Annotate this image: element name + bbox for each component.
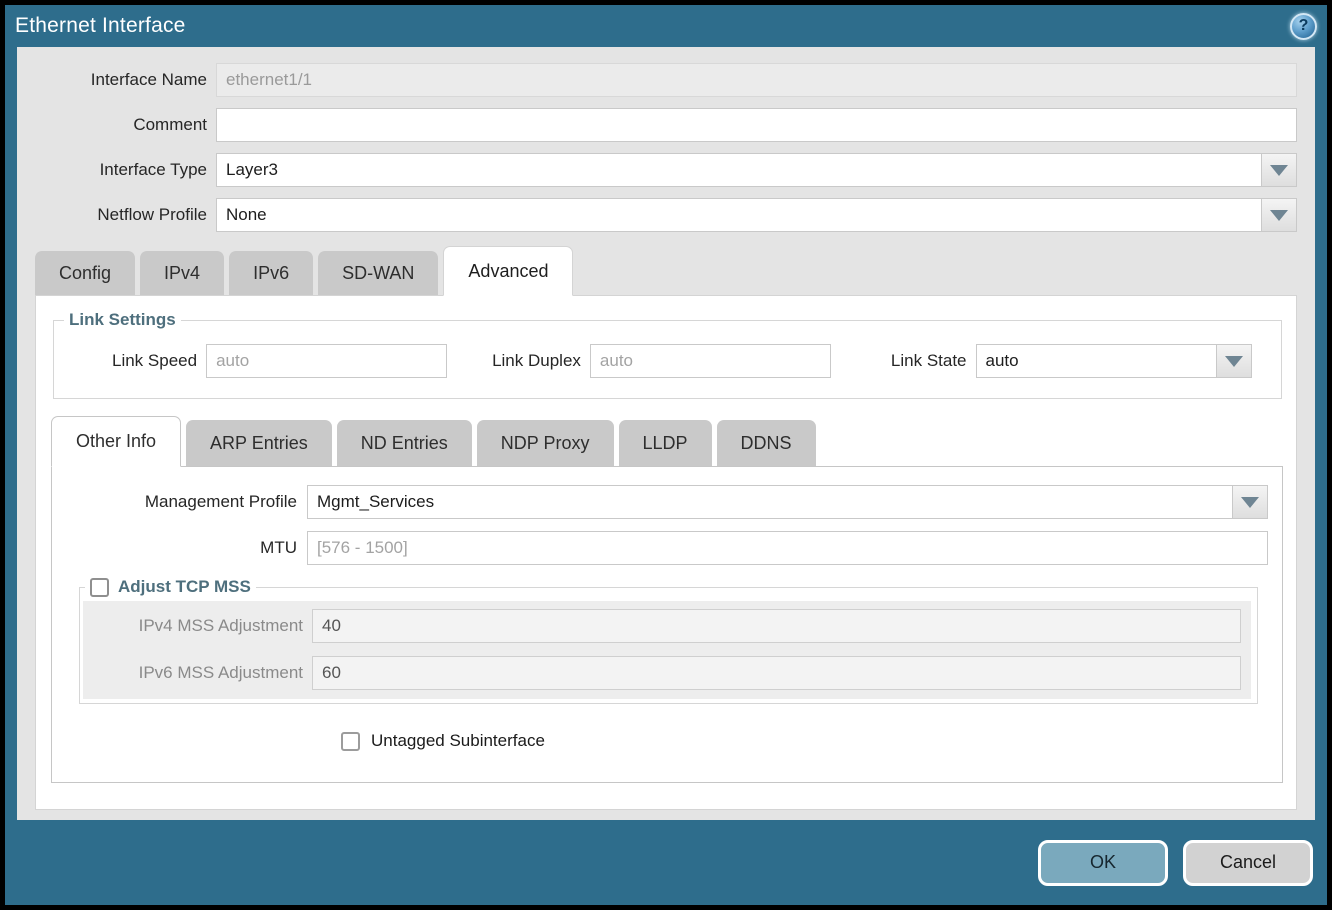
link-settings-row: Link Speed Link Duplex Link State [54, 344, 1281, 378]
comment-input[interactable] [216, 108, 1297, 142]
footer-bar: OK Cancel [5, 820, 1327, 905]
ipv6-mss-label: IPv6 MSS Adjustment [83, 663, 312, 683]
chevron-down-icon [1225, 356, 1243, 367]
chevron-down-icon [1241, 497, 1259, 508]
netflow-profile-label: Netflow Profile [17, 205, 216, 225]
netflow-profile-row: Netflow Profile [17, 198, 1297, 232]
dialog-title: Ethernet Interface [15, 14, 186, 38]
link-duplex-input[interactable] [590, 344, 831, 378]
cancel-button[interactable]: Cancel [1183, 840, 1313, 886]
adjust-tcp-mss-label: Adjust TCP MSS [118, 577, 251, 597]
link-state-dropdown-button[interactable] [1216, 344, 1252, 378]
netflow-profile-dropdown-button[interactable] [1261, 198, 1297, 232]
interface-type-label: Interface Type [17, 160, 216, 180]
interface-type-input[interactable] [216, 153, 1262, 187]
link-speed-input[interactable] [206, 344, 447, 378]
tab-advanced[interactable]: Advanced [443, 246, 573, 296]
link-state-input[interactable] [976, 344, 1217, 378]
mtu-label: MTU [52, 538, 307, 558]
untagged-subinterface-label: Untagged Subinterface [371, 731, 545, 751]
netflow-profile-input[interactable] [216, 198, 1262, 232]
untagged-subinterface-row: Untagged Subinterface [341, 731, 1282, 751]
tab-ipv6[interactable]: IPv6 [229, 251, 313, 295]
adjust-tcp-mss-legend: Adjust TCP MSS [85, 577, 256, 597]
interface-name-row: Interface Name [17, 63, 1297, 97]
link-settings-fieldset: Link Settings Link Speed Link Duplex Lin… [53, 310, 1282, 399]
main-tab-bar: Config IPv4 IPv6 SD-WAN Advanced [35, 246, 1315, 295]
ok-button[interactable]: OK [1038, 840, 1168, 886]
ipv6-mss-row: IPv6 MSS Adjustment [83, 656, 1249, 690]
subtab-ndp-proxy[interactable]: NDP Proxy [477, 420, 614, 466]
advanced-tab-panel: Link Settings Link Speed Link Duplex Lin… [35, 295, 1297, 810]
ipv4-mss-label: IPv4 MSS Adjustment [83, 616, 312, 636]
management-profile-label: Management Profile [52, 492, 307, 512]
ipv4-mss-row: IPv4 MSS Adjustment [83, 609, 1249, 643]
management-profile-row: Management Profile [52, 485, 1268, 519]
subtab-lldp[interactable]: LLDP [619, 420, 712, 466]
dialog-body: Interface Name Comment Interface Type [17, 47, 1315, 820]
interface-name-label: Interface Name [17, 70, 216, 90]
help-icon[interactable]: ? [1290, 13, 1317, 40]
link-speed-label: Link Speed [112, 351, 206, 371]
untagged-subinterface-checkbox[interactable] [341, 732, 360, 751]
link-settings-legend: Link Settings [64, 310, 181, 330]
adjust-tcp-mss-checkbox[interactable] [90, 578, 109, 597]
link-duplex-label: Link Duplex [492, 351, 590, 371]
interface-type-dropdown-button[interactable] [1261, 153, 1297, 187]
title-bar: Ethernet Interface ? [5, 5, 1327, 47]
mss-disabled-area: IPv4 MSS Adjustment IPv6 MSS Adjustment [83, 601, 1251, 699]
comment-label: Comment [17, 115, 216, 135]
comment-row: Comment [17, 108, 1297, 142]
other-info-panel: Management Profile MTU [51, 466, 1283, 783]
subtab-arp-entries[interactable]: ARP Entries [186, 420, 332, 466]
mtu-input[interactable] [307, 531, 1268, 565]
chevron-down-icon [1270, 210, 1288, 221]
management-profile-dropdown-button[interactable] [1232, 485, 1268, 519]
mtu-row: MTU [52, 531, 1268, 565]
ipv6-mss-input [312, 656, 1241, 690]
chevron-down-icon [1270, 165, 1288, 176]
subtab-nd-entries[interactable]: ND Entries [337, 420, 472, 466]
subtab-other-info[interactable]: Other Info [51, 416, 181, 467]
tab-config[interactable]: Config [35, 251, 135, 295]
link-state-label: Link State [891, 351, 976, 371]
interface-type-row: Interface Type [17, 153, 1297, 187]
management-profile-input[interactable] [307, 485, 1233, 519]
subtab-ddns[interactable]: DDNS [717, 420, 816, 466]
tab-ipv4[interactable]: IPv4 [140, 251, 224, 295]
interface-name-input [216, 63, 1297, 97]
adjust-tcp-mss-fieldset: Adjust TCP MSS IPv4 MSS Adjustment IPv6 … [79, 577, 1258, 704]
tab-sd-wan[interactable]: SD-WAN [318, 251, 438, 295]
sub-tab-bar: Other Info ARP Entries ND Entries NDP Pr… [51, 416, 1296, 466]
ethernet-interface-dialog: Ethernet Interface ? Interface Name Comm… [5, 5, 1327, 905]
ipv4-mss-input [312, 609, 1241, 643]
